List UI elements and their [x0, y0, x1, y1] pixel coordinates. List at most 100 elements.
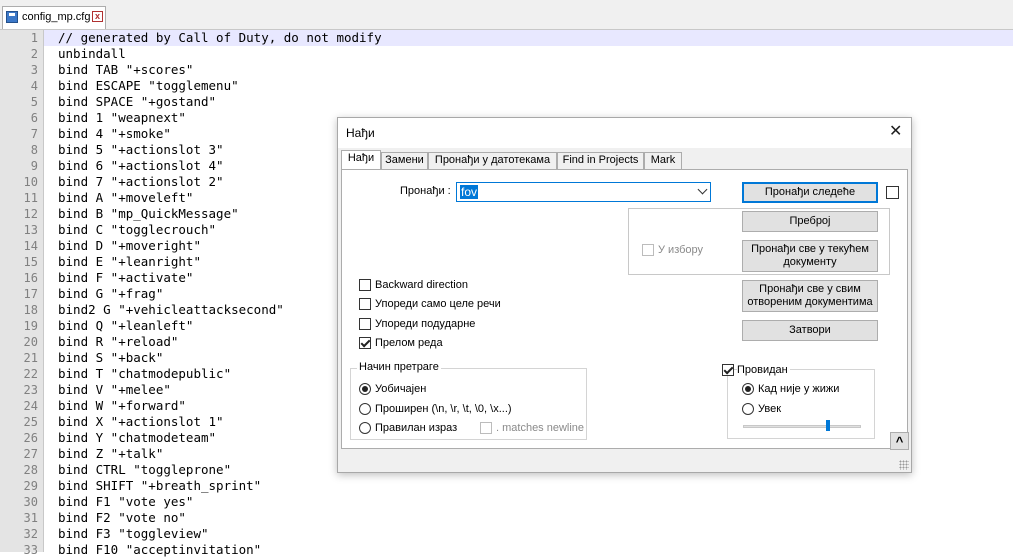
resize-grip-icon[interactable] [899, 460, 909, 470]
transparency-slider-thumb[interactable] [825, 420, 830, 431]
line-number: 31 [23, 511, 38, 525]
code-line[interactable]: bind Q "+leanleft" [58, 318, 193, 334]
close-button[interactable]: Затвори [742, 320, 878, 341]
line-number: 13 [23, 223, 38, 237]
line-number: 9 [30, 159, 38, 173]
backward-checkbox[interactable] [359, 279, 371, 291]
line-number: 27 [23, 447, 38, 461]
mode-extended-radio[interactable] [359, 403, 371, 415]
line-number: 10 [23, 175, 38, 189]
count-button[interactable]: Преброј [742, 211, 878, 232]
whole-word-checkbox[interactable] [359, 298, 371, 310]
find-label: Пронађи : [400, 185, 451, 197]
code-line[interactable]: bind2 G "+vehicleattacksecond" [58, 302, 284, 318]
code-line[interactable]: bind TAB "+scores" [58, 62, 193, 78]
line-number: 11 [23, 191, 38, 205]
code-line[interactable]: bind 7 "+actionslot 2" [58, 174, 224, 190]
find-dialog: Нађи ✕ Нађи Замени Пронађи у датотекама … [337, 117, 912, 473]
match-case-label: Упореди подударне [375, 318, 476, 330]
save-icon [6, 11, 18, 23]
line-number: 23 [23, 383, 38, 397]
code-line[interactable]: bind Z "+talk" [58, 446, 163, 462]
file-tab[interactable]: config_mp.cfg x [2, 6, 106, 29]
code-line[interactable]: bind W "+forward" [58, 398, 186, 414]
tab-replace[interactable]: Замени [381, 152, 428, 169]
code-line[interactable]: bind E "+leanright" [58, 254, 201, 270]
mode-normal-label: Уобичајен [375, 383, 427, 395]
matches-newline-checkbox[interactable] [480, 422, 492, 434]
whole-word-label: Упореди само целе речи [375, 298, 501, 310]
code-line[interactable]: bind C "togglecrouch" [58, 222, 216, 238]
code-line[interactable]: bind SHIFT "+breath_sprint" [58, 478, 261, 494]
line-number: 7 [30, 127, 38, 141]
always-label: Увек [758, 403, 782, 415]
code-line[interactable]: bind ESCAPE "togglemenu" [58, 78, 239, 94]
code-line[interactable]: bind F "+activate" [58, 270, 193, 286]
line-number: 28 [23, 463, 38, 477]
in-selection-checkbox[interactable] [642, 244, 654, 256]
code-line[interactable]: bind 4 "+smoke" [58, 126, 171, 142]
tab-find-in-files[interactable]: Пронађи у датотекама [428, 152, 557, 169]
wrap-checkbox[interactable] [359, 337, 371, 349]
code-line[interactable]: bind B "mp_QuickMessage" [58, 206, 239, 222]
code-line[interactable]: unbindall [58, 46, 126, 62]
find-all-current-button[interactable]: Пронађи све у текућем документу [742, 240, 878, 272]
line-number: 17 [23, 287, 38, 301]
match-case-checkbox[interactable] [359, 318, 371, 330]
collapse-icon[interactable]: ^ [890, 432, 909, 450]
in-selection-label: У избору [658, 244, 704, 256]
line-number: 6 [30, 111, 38, 125]
line-number: 14 [23, 239, 38, 253]
mode-regex-label: Правилан израз [375, 422, 458, 434]
mode-regex-radio[interactable] [359, 422, 371, 434]
chevron-down-icon[interactable] [697, 184, 708, 195]
transparency-checkbox[interactable] [722, 364, 734, 376]
code-line[interactable]: bind CTRL "toggleprone" [58, 462, 231, 478]
code-line[interactable]: // generated by Call of Duty, do not mod… [58, 30, 382, 46]
code-line[interactable]: bind 5 "+actionslot 3" [58, 142, 224, 158]
dialog-title: Нађи [346, 126, 375, 140]
code-line[interactable]: bind G "+frag" [58, 286, 163, 302]
transparency-slider[interactable] [743, 425, 861, 428]
find-input-value[interactable]: fov [460, 185, 479, 199]
search-mode-title: Начин претраге [357, 361, 441, 373]
code-line[interactable]: bind A "+moveleft" [58, 190, 193, 206]
line-number: 30 [23, 495, 38, 509]
code-line[interactable]: bind F10 "acceptinvitation" [58, 542, 261, 558]
code-line[interactable]: bind Y "chatmodeteam" [58, 430, 216, 446]
close-tab-icon[interactable]: x [92, 11, 103, 22]
find-all-open-button[interactable]: Пронађи све у свим отвореним документима [742, 280, 878, 312]
line-number: 5 [30, 95, 38, 109]
on-lose-focus-label: Кад није у жижи [758, 383, 840, 395]
tab-mark[interactable]: Mark [644, 152, 682, 169]
code-line[interactable]: bind F1 "vote yes" [58, 494, 193, 510]
file-tab-label: config_mp.cfg [22, 11, 91, 23]
find-next-button[interactable]: Пронађи следеће [742, 182, 878, 203]
code-line[interactable]: bind 1 "weapnext" [58, 110, 186, 126]
line-number: 3 [30, 63, 38, 77]
tab-bar: config_mp.cfg x [0, 0, 1013, 30]
on-lose-focus-radio[interactable] [742, 383, 754, 395]
code-line[interactable]: bind F2 "vote no" [58, 510, 186, 526]
dialog-titlebar[interactable]: Нађи ✕ [338, 118, 911, 148]
tab-find[interactable]: Нађи [341, 150, 381, 170]
code-line[interactable]: bind R "+reload" [58, 334, 178, 350]
always-radio[interactable] [742, 403, 754, 415]
find-combobox[interactable]: fov [456, 182, 711, 202]
code-line[interactable]: bind V "+melee" [58, 382, 171, 398]
code-line[interactable]: bind T "chatmodepublic" [58, 366, 231, 382]
code-line[interactable]: bind S "+back" [58, 350, 163, 366]
line-number: 25 [23, 415, 38, 429]
mode-extended-label: Проширен (\n, \r, \t, \0, \x...) [375, 403, 512, 415]
code-line[interactable]: bind D "+moveright" [58, 238, 201, 254]
line-number-gutter[interactable]: 1 2 3 4 5 6 7 8 9 10 11 12 13 14 15 16 17 18 19 20 21 22 23 24 2… [0, 30, 44, 557]
code-line[interactable]: bind X "+actionslot 1" [58, 414, 224, 430]
code-line[interactable]: bind 6 "+actionslot 4" [58, 158, 224, 174]
dialog-close-icon[interactable]: ✕ [889, 121, 902, 141]
tab-find-in-projects[interactable]: Find in Projects [557, 152, 644, 169]
line-number: 2 [30, 47, 38, 61]
mode-normal-radio[interactable] [359, 383, 371, 395]
code-line[interactable]: bind F3 "toggleview" [58, 526, 209, 542]
code-line[interactable]: bind SPACE "+gostand" [58, 94, 216, 110]
find-next-extra-checkbox[interactable] [886, 186, 899, 199]
